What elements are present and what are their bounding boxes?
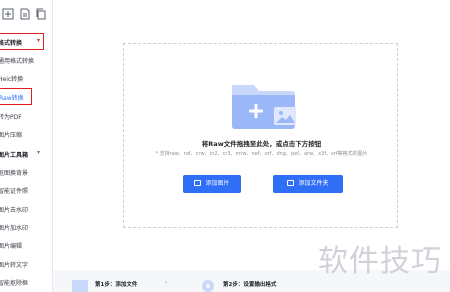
sidebar-item-pdf[interactable]: 转为PDF (0, 112, 22, 121)
sidebar-item-ocr[interactable]: 图片转文字 (0, 260, 28, 269)
sidebar-toolbar (0, 8, 52, 24)
sidebar: 格式转换 ▾ 通用格式转换 Heic转换 Raw转换 转为PDF 图片压缩 图片… (0, 0, 53, 292)
sidebar-item-edit[interactable]: 图片编辑 (0, 241, 22, 250)
image-icon (194, 179, 202, 186)
chevron-down-icon[interactable]: ▾ (37, 37, 40, 44)
drop-zone[interactable]: 将Raw文件拖拽至此处，或点击下方按钮 * 支持raw、raf、crw、cr2、… (123, 43, 398, 228)
sidebar-section-toolbox[interactable]: 图片工具箱 (0, 150, 28, 159)
sidebar-item-add-watermark[interactable]: 图片加水印 (0, 223, 28, 232)
drop-zone-supported-formats: * 支持raw、raf、crw、cr2、cr3、mrw、nef、orf、dng、… (155, 151, 368, 157)
chevron-down-icon[interactable]: ▾ (37, 149, 40, 156)
step-2-label: 第2步：设置输出格式 (223, 282, 277, 288)
step-1-label: 第1步：添加文件 (95, 282, 138, 288)
add-file-step-icon (72, 280, 88, 292)
arrow-right-icon: › (165, 280, 168, 286)
watermark-text: 软件技巧 (318, 244, 442, 279)
add-file-icon[interactable] (2, 8, 14, 20)
folder-image-icon (232, 85, 296, 129)
sidebar-item-id-photo[interactable]: 智能证件照 (0, 186, 28, 195)
sidebar-item-heic[interactable]: Heic转换 (0, 74, 23, 83)
sidebar-item-smart-erase[interactable]: 智能抠除框 (0, 278, 28, 287)
sidebar-item-compress[interactable]: 图片压缩 (0, 130, 22, 139)
settings-step-icon (202, 280, 214, 292)
sidebar-item-raw[interactable]: Raw转换 (0, 93, 24, 102)
sidebar-item-remove-watermark[interactable]: 图片去水印 (0, 205, 28, 214)
copy-icon[interactable] (35, 8, 47, 20)
folder-icon (287, 179, 295, 186)
add-folder-label: 添加文件夹 (298, 180, 329, 187)
document-icon[interactable] (19, 8, 31, 20)
sidebar-item-cutout[interactable]: 抠图换背景 (0, 168, 28, 177)
sidebar-item-general-convert[interactable]: 通用格式转换 (0, 56, 34, 65)
add-folder-button[interactable]: 添加文件夹 (273, 175, 343, 193)
drop-zone-title: 将Raw文件拖拽至此处，或点击下方按钮 (201, 140, 322, 148)
sidebar-section-format[interactable]: 格式转换 (0, 38, 22, 47)
add-image-label: 添加图片 (205, 180, 230, 187)
add-image-button[interactable]: 添加图片 (183, 175, 241, 193)
